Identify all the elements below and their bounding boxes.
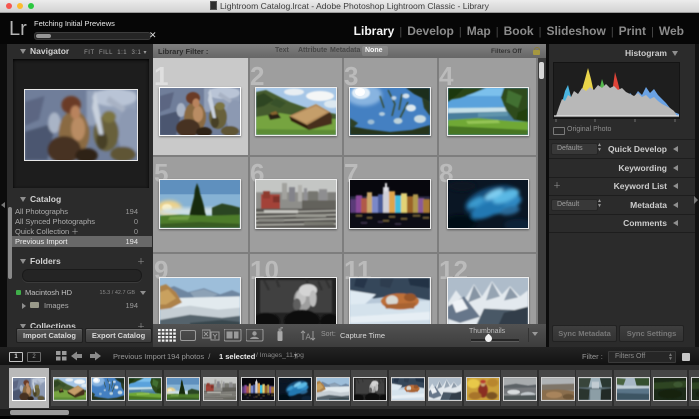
svg-text:A: A xyxy=(306,333,312,342)
